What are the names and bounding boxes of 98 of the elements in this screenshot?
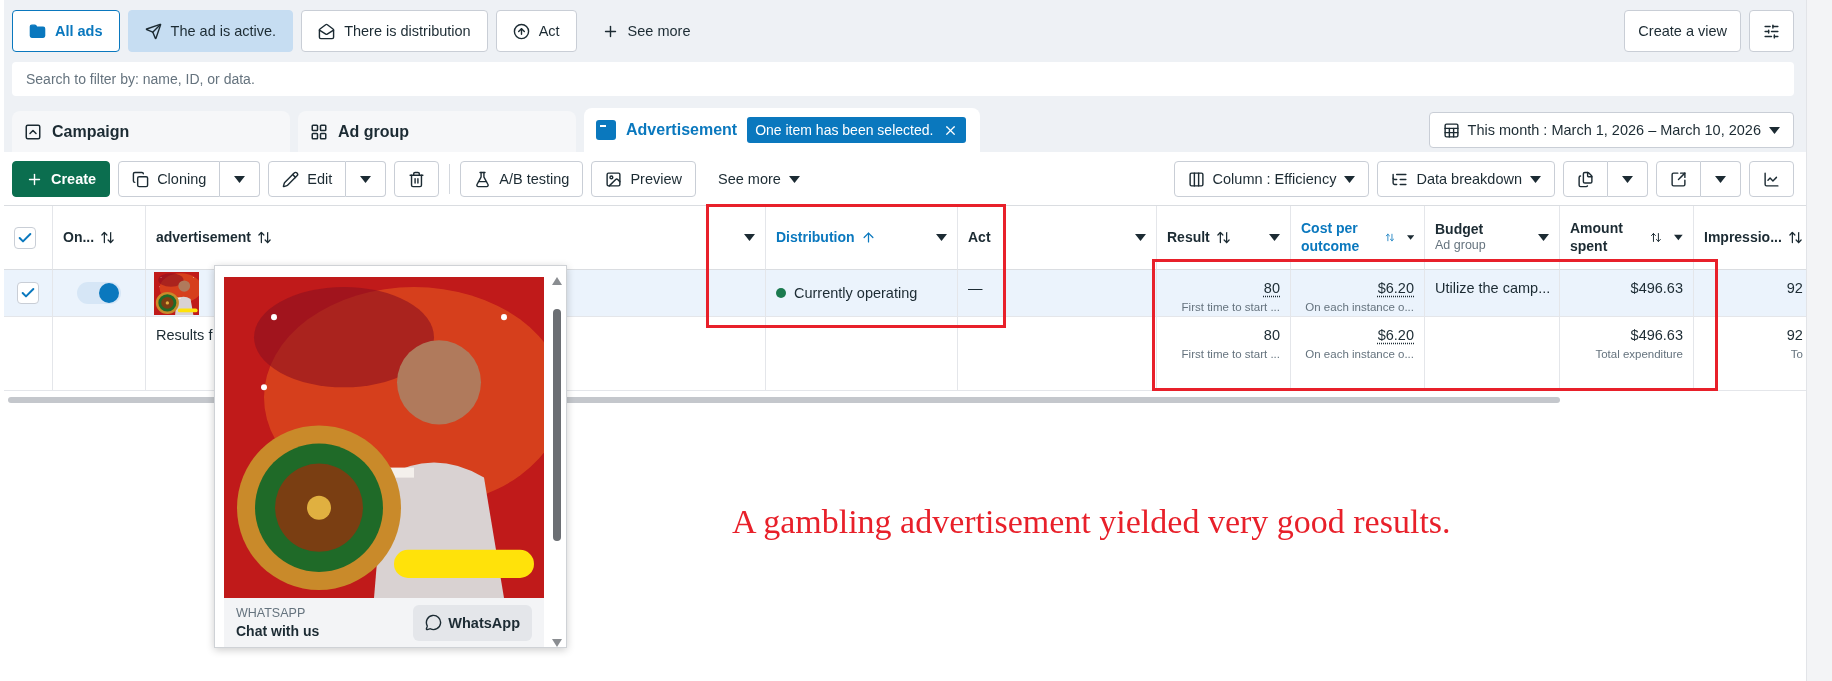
cell-note: To <box>1790 348 1803 360</box>
selection-badge: One item has been selected. <box>747 117 967 143</box>
arrow-up-circle-icon <box>512 22 530 40</box>
envelope-icon <box>318 22 336 40</box>
caret-icon <box>234 175 246 183</box>
column-header[interactable]: advertisement <box>156 228 251 247</box>
sort-icon[interactable] <box>256 230 272 245</box>
filter-chip[interactable]: All ads <box>12 10 120 52</box>
flask-icon <box>474 170 492 188</box>
date-range-button[interactable]: This month : March 1, 2026 – March 10, 2026 <box>1428 112 1794 148</box>
page-scrollbar[interactable] <box>1806 0 1832 681</box>
files-icon <box>1577 170 1594 188</box>
dropdown-button[interactable] <box>1608 161 1648 197</box>
caret-icon <box>788 175 800 183</box>
filter-chip[interactable]: There is distribution <box>301 10 488 52</box>
settings-icon <box>1763 22 1780 40</box>
dropdown-button[interactable] <box>346 161 387 197</box>
icon-button[interactable] <box>394 161 440 197</box>
cell-note: First time to start ... <box>1181 301 1280 313</box>
icon-button[interactable] <box>1563 161 1608 197</box>
scroll-down-icon[interactable] <box>552 639 562 647</box>
pencil-icon <box>282 170 300 188</box>
cell-value: Utilize the camp... <box>1435 280 1551 296</box>
menu-button[interactable]: Data breakdown <box>1377 161 1555 197</box>
level-tab[interactable]: Campaign <box>12 111 290 152</box>
cell-value: 92 <box>1786 280 1803 296</box>
cell-note: Total expenditure <box>1595 348 1683 360</box>
sort-icon[interactable] <box>1215 230 1231 245</box>
whatsapp-button[interactable]: WhatsApp <box>413 604 532 641</box>
cta-title: Chat with us <box>236 623 320 639</box>
caret-icon <box>1344 175 1356 183</box>
create-view-button[interactable]: Create a view <box>1624 10 1741 52</box>
cell-value: 92 <box>1786 327 1803 343</box>
cell-value: $496.63 <box>1630 327 1683 343</box>
cell-value: $6.20 <box>1377 280 1414 296</box>
trash-icon <box>408 170 426 188</box>
level-tab[interactable]: Advertisement One item has been selected. <box>584 108 980 152</box>
filter-chip[interactable]: See more <box>584 10 708 52</box>
action-button[interactable]: Preview <box>591 161 696 197</box>
sort-icon[interactable] <box>100 230 116 245</box>
checkbox[interactable] <box>14 226 36 249</box>
menu-button[interactable]: See more <box>704 161 814 197</box>
column-header[interactable]: Result <box>1167 228 1210 247</box>
scrollbar-thumb[interactable] <box>553 309 561 541</box>
columns-icon <box>1187 170 1205 188</box>
toggle-switch[interactable] <box>77 282 121 304</box>
column-header[interactable]: Impressio... <box>1704 228 1782 247</box>
cell-note: On each instance o... <box>1305 301 1414 313</box>
caret-icon <box>1530 175 1541 183</box>
caret-icon <box>1715 175 1726 183</box>
checkbox[interactable] <box>17 282 39 304</box>
dropdown-button[interactable] <box>220 161 261 197</box>
cell-note: On each instance o... <box>1305 348 1414 360</box>
level-tab[interactable]: Ad group <box>298 111 576 152</box>
cell-value: — <box>968 280 983 296</box>
cell-value: $496.63 <box>1630 280 1683 296</box>
calendar-icon <box>1442 121 1460 139</box>
icon-button[interactable] <box>1656 161 1701 197</box>
caret-icon <box>1769 126 1780 134</box>
icon-button[interactable] <box>1749 161 1794 197</box>
column-header[interactable]: Distribution <box>776 228 855 247</box>
status-text: Currently operating <box>794 285 918 301</box>
dropdown-button[interactable] <box>1701 161 1741 197</box>
column-header[interactable]: Budget Ad group <box>1435 220 1486 255</box>
send-icon <box>144 22 162 40</box>
caret-icon <box>1622 175 1633 183</box>
cell-value: 80 <box>1263 280 1280 296</box>
cell-value: $6.20 <box>1377 327 1414 343</box>
column-header[interactable]: On... <box>63 228 95 247</box>
sort-icon[interactable] <box>1650 230 1663 245</box>
settings-button[interactable] <box>1749 10 1794 52</box>
search-field[interactable]: Search to filter by: name, ID, or data. <box>12 62 1794 96</box>
action-button[interactable]: A/B testing <box>460 161 584 197</box>
action-button[interactable]: Edit <box>268 161 347 197</box>
cta-label: WHATSAPP <box>236 606 307 620</box>
export-icon <box>1670 170 1687 188</box>
copy-icon <box>132 170 150 188</box>
image-icon <box>605 170 623 188</box>
action-button[interactable]: Cloning <box>118 161 221 197</box>
filter-chip[interactable]: Act <box>495 10 577 52</box>
sort-ascending-icon[interactable] <box>860 230 876 245</box>
cell-note: First time to start ... <box>1181 348 1280 360</box>
create-button[interactable]: Create <box>12 161 111 197</box>
menu-button[interactable]: Column : Efficiency <box>1173 161 1370 197</box>
caption-text: A gambling advertisement yielded very good results. <box>732 503 1452 541</box>
caret-icon <box>360 175 372 183</box>
column-header[interactable]: Cost per outcome <box>1301 220 1379 255</box>
sort-icon[interactable] <box>1787 230 1803 245</box>
column-header[interactable]: Act <box>968 228 991 247</box>
results-label: Results f <box>156 327 213 343</box>
cell-value: 80 <box>1263 327 1280 343</box>
ad-icon <box>596 120 616 140</box>
scroll-up-icon[interactable] <box>552 277 562 285</box>
column-header[interactable]: Amount spent <box>1570 220 1645 255</box>
line-chart-icon <box>1763 170 1780 188</box>
chat-icon <box>425 614 443 631</box>
filter-chip[interactable]: The ad is active. <box>127 10 294 52</box>
grid-icon <box>310 122 328 141</box>
